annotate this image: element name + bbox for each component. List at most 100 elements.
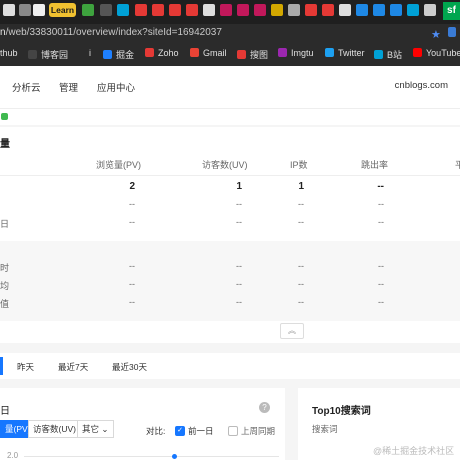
cell-uv: -- xyxy=(236,261,242,271)
tab-favicon[interactable] xyxy=(152,4,164,16)
tab-sf[interactable]: sf xyxy=(443,2,460,20)
cell-ip: -- xyxy=(298,297,304,307)
browser-tab-strip: Learn sf xyxy=(0,0,460,24)
col-pv: 浏览量(PV) xyxy=(96,160,142,170)
site-selector[interactable]: cnblogs.com xyxy=(395,80,448,91)
bookmark-juejin[interactable]: 掘金 xyxy=(103,48,134,61)
overview-card: 量 浏览量(PV) 访客数(UV) IP数 跳出率 平 2 1 1 -- -- … xyxy=(0,127,460,343)
tab-favicon[interactable] xyxy=(373,4,385,16)
cell-pv: -- xyxy=(129,261,135,271)
bookmark-twitter[interactable]: Twitter xyxy=(325,48,365,58)
tab-favicon[interactable] xyxy=(407,4,419,16)
cell-bounce: -- xyxy=(378,261,384,271)
tab-favicon[interactable] xyxy=(424,4,436,16)
nav-manage[interactable]: 管理 xyxy=(59,80,78,94)
tab-favicon[interactable] xyxy=(3,4,15,16)
section-title: 量 xyxy=(0,139,10,150)
metric-uv-button[interactable]: 访客数(UV) xyxy=(28,420,81,438)
tab-favicon[interactable] xyxy=(186,4,198,16)
cell-bounce: -- xyxy=(378,279,384,289)
url-text[interactable]: n/web/33830011/overview/index?siteId=169… xyxy=(0,24,222,42)
bookmark-soutu[interactable]: 搜图 xyxy=(237,48,268,61)
bookmark-imgtu[interactable]: Imgtu xyxy=(278,48,314,58)
trend-title: 日 xyxy=(0,406,10,417)
extension-icon[interactable] xyxy=(448,27,456,37)
last-week-checkbox[interactable] xyxy=(228,426,238,436)
cell-uv: -- xyxy=(236,217,242,227)
nav-analytics-cloud[interactable]: 分析云 xyxy=(12,80,41,94)
sub-bar xyxy=(0,108,460,125)
bookmark-gmail[interactable]: Gmail xyxy=(190,48,227,58)
data-point xyxy=(172,454,177,459)
tab-favicon[interactable] xyxy=(220,4,232,16)
bookmark-cnblogs[interactable]: 博客园 xyxy=(28,48,68,61)
cell-uv: -- xyxy=(236,199,242,209)
cell-ip: -- xyxy=(298,279,304,289)
cell-ip: 1 xyxy=(298,181,304,192)
metric-other-dropdown[interactable]: 其它 ⌄ xyxy=(77,420,114,438)
cell-ip: -- xyxy=(298,217,304,227)
stats-panel: 时 -- -- -- -- 均 -- -- -- -- 值 -- -- -- -… xyxy=(0,241,460,321)
col-bounce: 跳出率 xyxy=(361,160,389,170)
tab-favicon[interactable] xyxy=(117,4,129,16)
collapse-chevron-icon[interactable]: ︽ xyxy=(280,323,304,339)
col-ip: IP数 xyxy=(290,160,308,170)
prev-day-checkbox[interactable]: ✓ xyxy=(175,426,185,436)
cell-pv: -- xyxy=(129,279,135,289)
tab-favicon[interactable] xyxy=(322,4,334,16)
address-bar[interactable]: n/web/33830011/overview/index?siteId=169… xyxy=(0,24,460,42)
nav-app-center[interactable]: 应用中心 xyxy=(97,80,135,94)
date-range-tabs: 昨天 最近7天 最近30天 xyxy=(0,353,460,379)
chevron-down-icon: ⌄ xyxy=(101,424,109,434)
app-header: 分析云 管理 应用中心 cnblogs.com xyxy=(0,66,460,108)
bookmark-bilibili[interactable]: B站 xyxy=(374,48,402,61)
tab-last-30-days[interactable]: 最近30天 xyxy=(112,361,147,373)
tab-favicon[interactable] xyxy=(288,4,300,16)
tab-yesterday[interactable]: 昨天 xyxy=(17,361,34,373)
tab-favicon[interactable] xyxy=(356,4,368,16)
cell-uv: 1 xyxy=(236,181,242,192)
bookmarks-bar: thub 博客园 i 掘金 Zoho Gmail 搜图 Imgtu Twitte… xyxy=(0,42,460,66)
tab-favicon[interactable] xyxy=(271,4,283,16)
tab-favicon[interactable] xyxy=(203,4,215,16)
watermark: @稀土掘金技术社区 xyxy=(373,446,455,456)
tab-learn[interactable]: Learn xyxy=(49,3,76,17)
tab-favicon[interactable] xyxy=(100,4,112,16)
bookmark-youtube[interactable]: YouTube xyxy=(413,48,460,58)
active-tab-indicator xyxy=(0,357,3,375)
gridline xyxy=(24,456,279,457)
cell-bounce: -- xyxy=(378,199,384,209)
cell-bounce: -- xyxy=(377,181,384,192)
tab-favicon[interactable] xyxy=(390,4,402,16)
cell-bounce: -- xyxy=(378,217,384,227)
cell-pv: -- xyxy=(129,199,135,209)
tab-favicon[interactable] xyxy=(305,4,317,16)
tab-favicon[interactable] xyxy=(33,4,45,16)
stat-label: 值 xyxy=(0,299,10,309)
stat-label: 时 xyxy=(0,263,10,273)
bookmark-github[interactable]: thub xyxy=(0,48,18,58)
tab-favicon[interactable] xyxy=(135,4,147,16)
top10-title: Top10搜索词 xyxy=(312,406,371,417)
tab-favicon[interactable] xyxy=(254,4,266,16)
tab-favicon[interactable] xyxy=(82,4,94,16)
top10-column-header: 搜索词 xyxy=(312,424,338,434)
help-icon[interactable]: ? xyxy=(259,402,270,413)
col-uv: 访客数(UV) xyxy=(202,160,248,170)
tab-last-7-days[interactable]: 最近7天 xyxy=(58,361,88,373)
compare-label: 对比: xyxy=(146,426,166,436)
cell-pv: -- xyxy=(129,297,135,307)
tab-favicon[interactable] xyxy=(19,4,31,16)
bookmark-item[interactable]: i xyxy=(89,48,91,58)
row-label: 日 xyxy=(0,219,10,229)
bookmark-zoho[interactable]: Zoho xyxy=(145,48,179,58)
cell-ip: -- xyxy=(298,261,304,271)
divider xyxy=(0,175,460,176)
tab-favicon[interactable] xyxy=(237,4,249,16)
tab-favicon[interactable] xyxy=(169,4,181,16)
cell-uv: -- xyxy=(236,279,242,289)
tab-favicon[interactable] xyxy=(339,4,351,16)
cell-ip: -- xyxy=(298,199,304,209)
cell-pv: 2 xyxy=(129,181,135,192)
cell-uv: -- xyxy=(236,297,242,307)
